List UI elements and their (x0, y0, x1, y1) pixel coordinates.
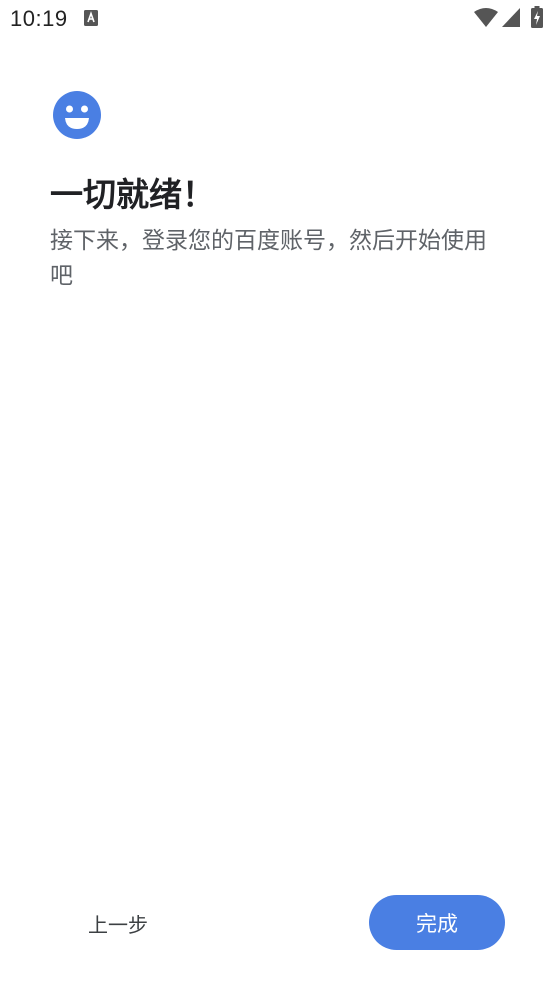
battery-charging-icon (531, 6, 543, 28)
wifi-icon (474, 8, 498, 27)
page-title: 一切就绪！ (50, 175, 215, 214)
back-button[interactable]: 上一步 (66, 897, 170, 949)
status-bar: 10:19 (0, 0, 554, 38)
status-time: 10:19 (10, 6, 68, 31)
cell-signal-icon (502, 8, 520, 27)
page-subtitle: 接下来，登录您的百度账号，然后开始使用吧 (50, 228, 487, 289)
done-button[interactable]: 完成 (369, 895, 505, 950)
notification-a-icon (84, 10, 98, 26)
smile-icon (53, 91, 101, 139)
